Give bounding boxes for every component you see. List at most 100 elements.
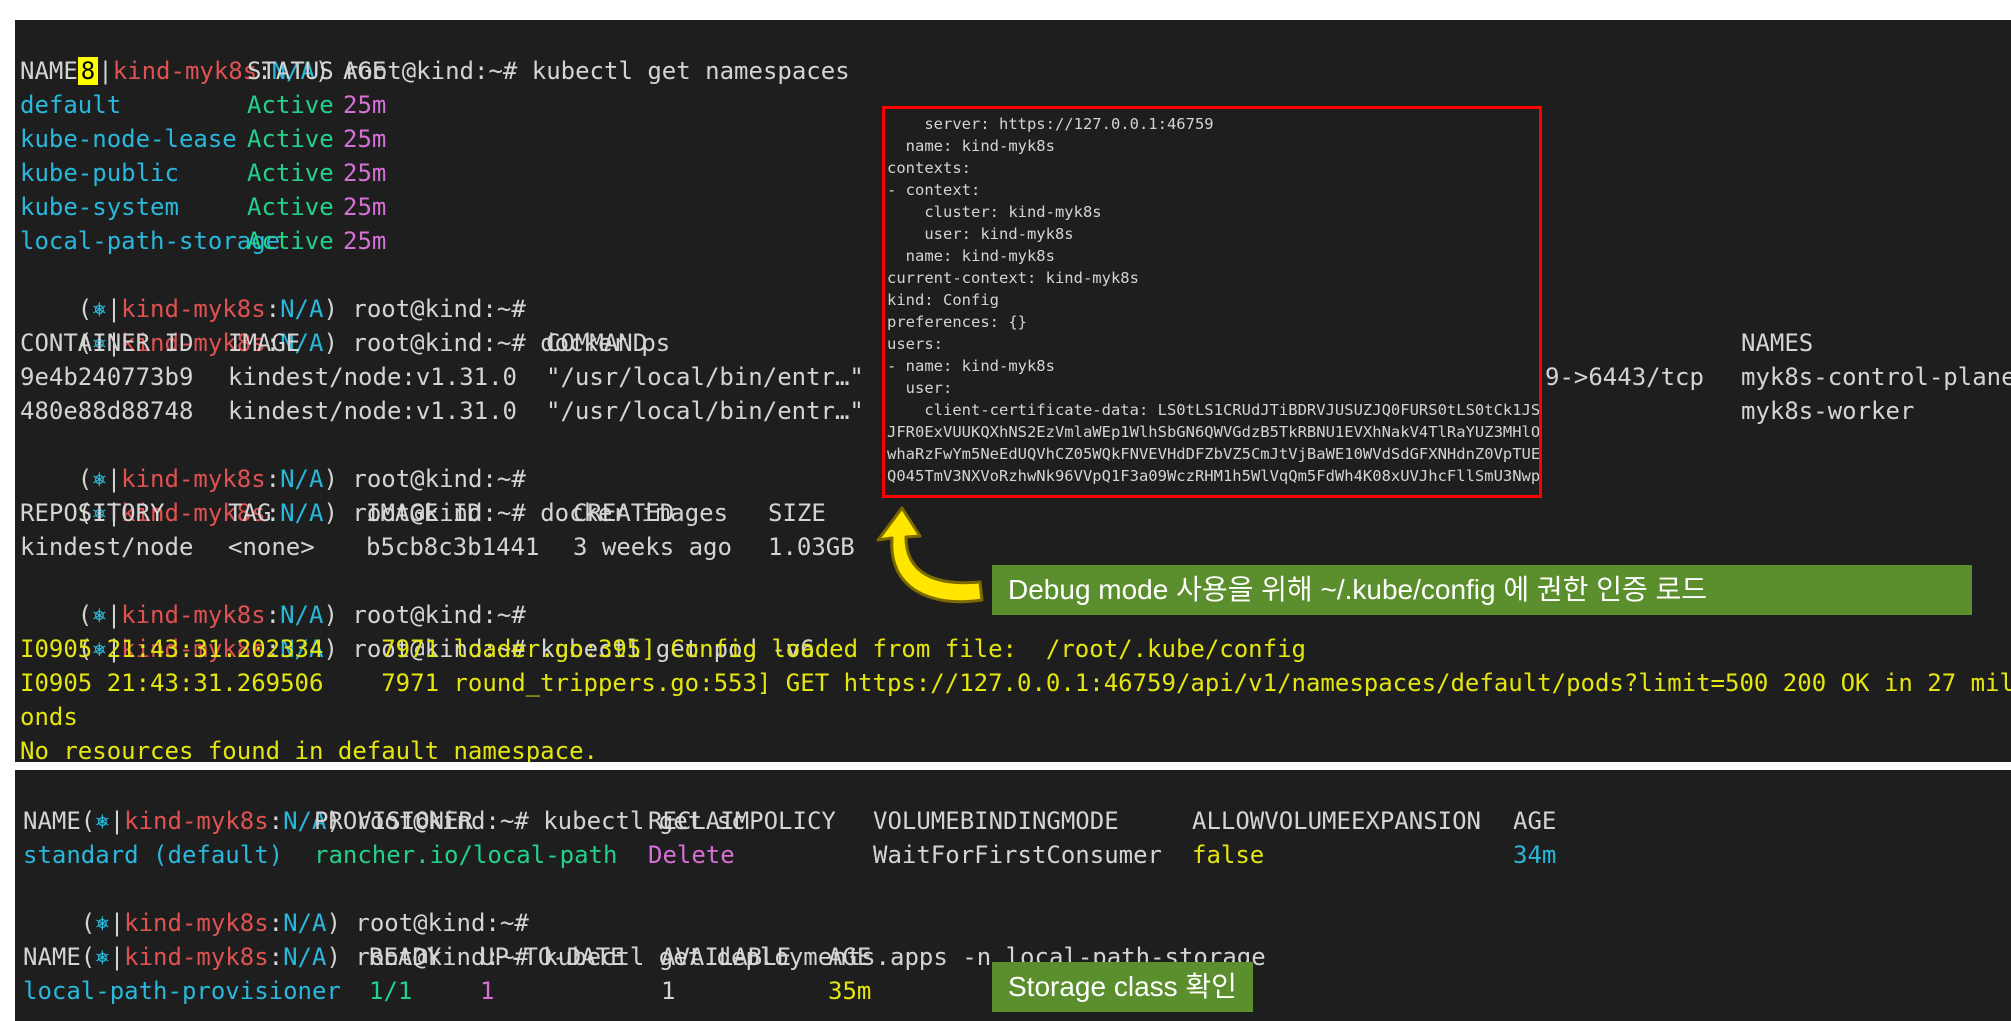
config-line: current-context: kind-myk8s [887, 269, 1139, 287]
kubeconfig-callout-box: server: https://127.0.0.1:46759 name: ki… [882, 106, 1542, 498]
column-header: SIZE [768, 499, 826, 527]
prompt-line: (⎈|kind-myk8s:N/A) root@kind:~# docker i… [77, 499, 729, 527]
column-header: AGE [343, 57, 387, 85]
container-name: myk8s-worker [1741, 397, 1915, 425]
container-ports: 9->6443/tcp [1545, 363, 1704, 391]
prompt-line: (⎈|kind-myk8s:N/A) root@kind:~# kubectl … [80, 943, 1266, 971]
container-image: kindest/node:v1.31.0 [228, 397, 517, 425]
column-header: IMAGE [228, 329, 301, 357]
column-header: STATUS [247, 57, 334, 85]
column-header: NAMES [1741, 329, 1814, 357]
namespace-name: kube-public [20, 159, 179, 187]
column-header: AVAILABLE [661, 943, 792, 971]
config-line: contexts: [887, 159, 971, 177]
column-header: RECLAIMPOLICY [648, 807, 836, 835]
table-row: local-path-storage Active 25m [20, 224, 420, 258]
table-row: default Active 25m [20, 88, 420, 122]
table-row: kube-node-lease Active 25m [20, 122, 420, 156]
prompt-line: (⎈|kind-myk8s:N/A) root@kind:~# docker p… [77, 329, 671, 357]
namespace-name: kube-node-lease [20, 125, 237, 153]
column-header: AGE [828, 943, 872, 971]
config-line: user: kind-myk8s [887, 225, 1074, 243]
column-header: NAME [23, 807, 81, 835]
namespace-age: 25m [343, 125, 387, 153]
config-line: whaRzFwYm5NeEdUQVhCZ05WQkFNVEVHdDFZbVZ5C… [887, 445, 1542, 463]
command-text: kubectl get namespaces [517, 57, 850, 85]
column-header: REPOSITORY [20, 499, 165, 527]
namespace-name: default [20, 91, 122, 119]
column-header: PROVISIONER [314, 807, 473, 835]
namespace-age: 25m [343, 227, 387, 255]
prompt-line: (⎈|kind-myk8s:N/A) root@kind:~# [77, 295, 526, 323]
column-header: TAG [228, 499, 272, 527]
config-line: name: kind-myk8s [887, 247, 1055, 265]
column-header: UP-TO-DATE [480, 943, 625, 971]
table-row: local-path-provisioner 1/1 1 1 35m [23, 974, 923, 1008]
curved-arrow-icon [876, 506, 984, 604]
deployment-name: local-path-provisioner [23, 977, 341, 1005]
column-header: IMAGE ID [366, 499, 482, 527]
image-tag: <none> [228, 533, 315, 561]
config-line: cluster: kind-myk8s [887, 203, 1102, 221]
table-header: NAME STATUS AGE [20, 54, 420, 88]
column-header: CONTAINER ID [20, 329, 194, 357]
table-row: kube-system Active 25m [20, 190, 420, 224]
config-line: name: kind-myk8s [887, 137, 1055, 155]
storageclass-name: standard (default) [23, 841, 284, 869]
log-line: I0905 21:43:31.269506 7971 round_tripper… [20, 669, 2011, 697]
prompt-line: (⎈|kind-myk8s:N/A) root@kind:~# [77, 601, 526, 629]
column-header: ALLOWVOLUMEEXPANSION [1192, 807, 1481, 835]
config-line: preferences: {} [887, 313, 1027, 331]
config-line: - context: [887, 181, 981, 199]
config-line: client-certificate-data: LS0tLS1CRUdJTiB… [887, 401, 1542, 419]
log-line: I0905 21:43:31.202334 7971 loader.go:395… [20, 635, 1306, 663]
storageclass-age: 34m [1513, 841, 1557, 869]
prompt-line: (⎈|kind-myk8s:N/A) root@kind:~# kubectl … [80, 807, 746, 835]
table-row: kube-public Active 25m [20, 156, 420, 190]
column-header: VOLUMEBINDINGMODE [873, 807, 1119, 835]
namespace-status: Active [247, 159, 334, 187]
deployment-available: 1 [661, 977, 676, 1005]
namespace-name: kube-system [20, 193, 179, 221]
namespace-age: 25m [343, 91, 387, 119]
log-line: No resources found in default namespace. [20, 737, 598, 762]
container-id: 480e88d88748 [20, 397, 194, 425]
deployment-up-to-date: 1 [480, 977, 495, 1005]
container-image: kindest/node:v1.31.0 [228, 363, 517, 391]
storageclass-provisioner: rancher.io/local-path [314, 841, 618, 869]
config-line: server: https://127.0.0.1:46759 [887, 115, 1214, 133]
image-repository: kindest/node [20, 533, 194, 561]
image-size: 1.03GB [768, 533, 855, 561]
prompt-line: (⎈|kind-myk8s:N/A) root@kind:~# [80, 909, 529, 937]
config-line: user: [887, 379, 953, 397]
storageclass-expansion: false [1192, 841, 1265, 869]
table-header: NAME READY UP-TO-DATE AVAILABLE AGE [23, 940, 923, 974]
namespace-age: 25m [343, 159, 387, 187]
image-id: b5cb8c3b1441 [366, 533, 540, 561]
deployment-age: 35m [828, 977, 872, 1005]
namespace-status: Active [247, 193, 334, 221]
table-row: standard (default) rancher.io/local-path… [23, 838, 1623, 872]
prompt-line: (⎈|kind-myk8s:N/A) root@kind:~# kubectl … [77, 635, 815, 663]
config-line: Q045TmV3NXVoRzhwNk96VVpQ1F3a09WczRHM1h5W… [887, 467, 1542, 485]
table-header: NAME PROVISIONER RECLAIMPOLICY VOLUMEBIN… [23, 804, 1623, 838]
column-header: NAME [23, 943, 81, 971]
debug-mode-note: Debug mode 사용을 위해 ~/.kube/config 에 권한 인증… [992, 565, 1972, 615]
config-line: JFR0ExVUUKQXhNS2EzVmlaWEp1WlhSbGN6QWVGdz… [887, 423, 1542, 441]
column-header: AGE [1513, 807, 1557, 835]
table-row: kindest/node <none> b5cb8c3b1441 3 weeks… [20, 530, 880, 564]
container-id: 9e4b240773b9 [20, 363, 194, 391]
storage-class-note: Storage class 확인 [992, 962, 1253, 1012]
table-header: REPOSITORY TAG IMAGE ID CREATED SIZE [20, 496, 880, 530]
deployment-ready: 1/1 [369, 977, 413, 1005]
config-line: users: [887, 335, 943, 353]
config-line: - name: kind-myk8s [887, 357, 1055, 375]
container-command: "/usr/local/bin/entr…" [546, 397, 864, 425]
namespace-status: Active [247, 227, 334, 255]
namespace-name: local-path-storage [20, 227, 281, 255]
namespace-age: 25m [343, 193, 387, 221]
config-line: kind: Config [887, 291, 999, 309]
namespace-status: Active [247, 91, 334, 119]
container-name: myk8s-control-plane [1741, 363, 2011, 391]
storageclass-binding-mode: WaitForFirstConsumer [873, 841, 1162, 869]
